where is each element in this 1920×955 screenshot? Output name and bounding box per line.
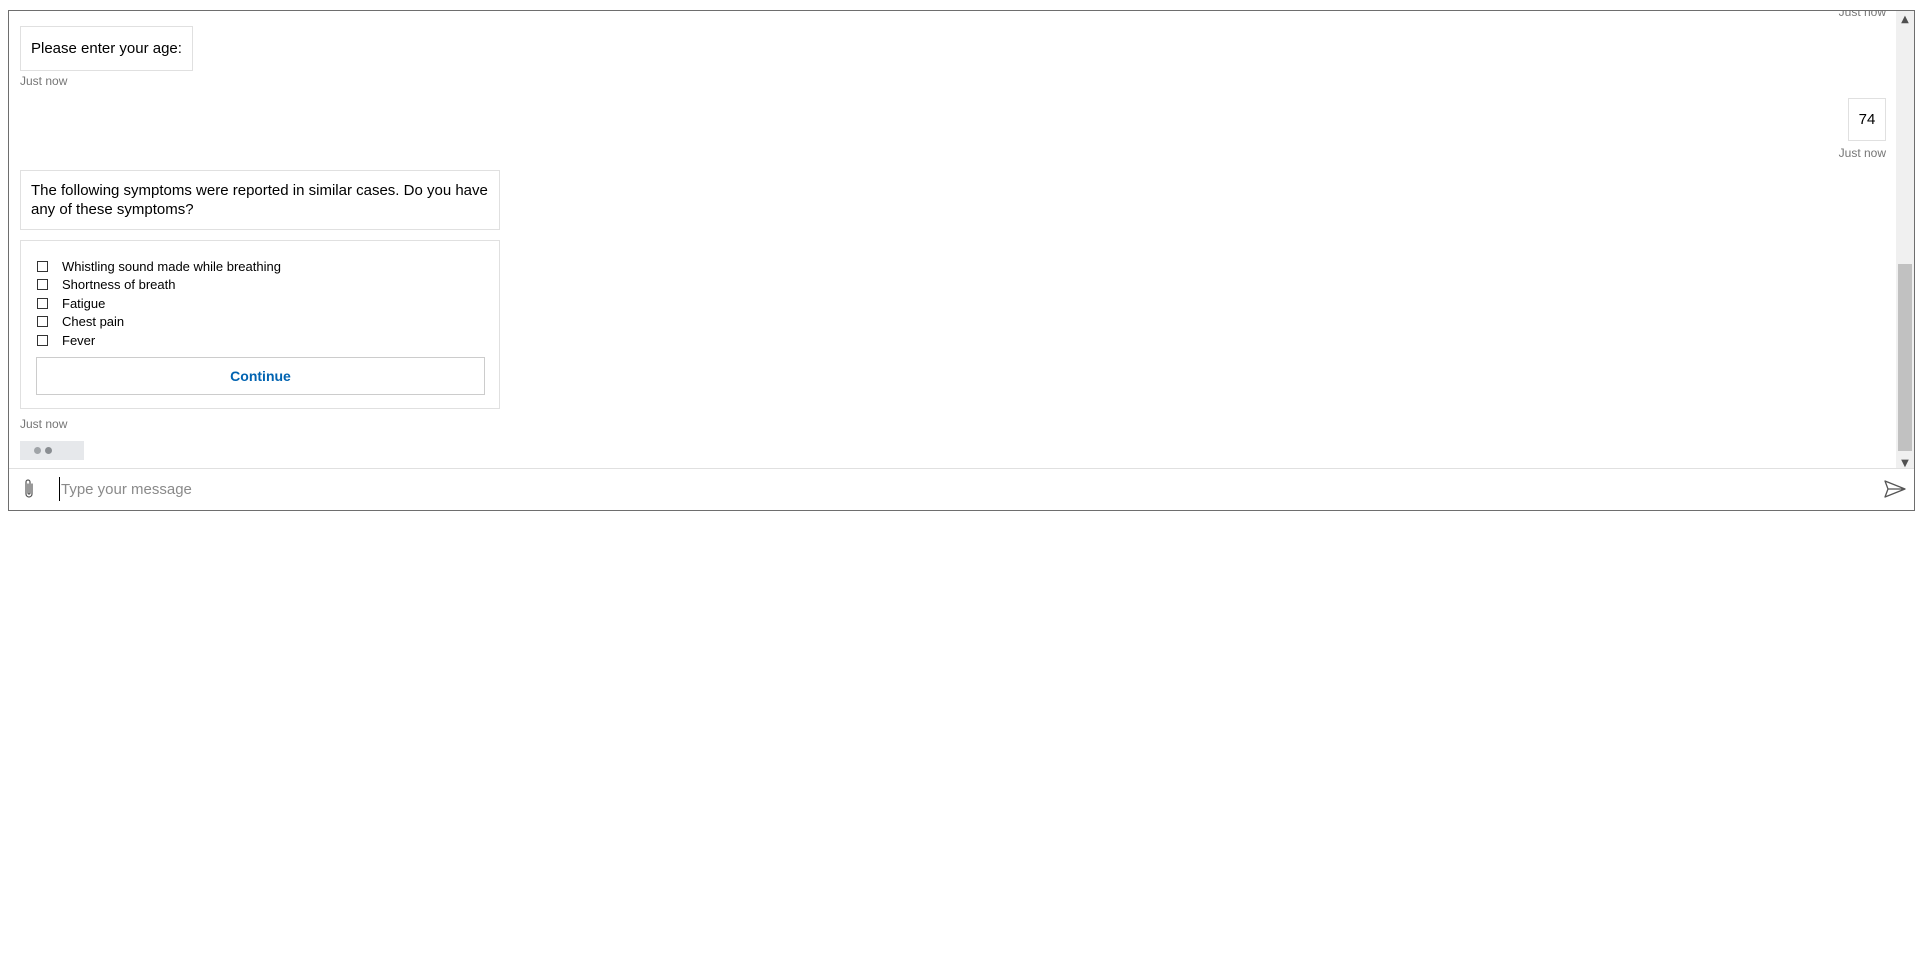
chat-window: Just now Please enter your age: Just now… (8, 10, 1915, 511)
symptom-options: Whistling sound made while breathing Sho… (37, 257, 281, 350)
symptom-card: Whistling sound made while breathing Sho… (20, 240, 500, 409)
message-timestamp: Just now (1838, 146, 1886, 160)
transcript: Just now Please enter your age: Just now… (9, 11, 1896, 471)
symptom-option[interactable]: Chest pain (37, 313, 281, 332)
symptom-option[interactable]: Fatigue (37, 294, 281, 313)
typing-dot-icon (45, 447, 52, 454)
checkbox[interactable] (37, 334, 48, 346)
checkbox[interactable] (37, 260, 48, 272)
clipped-timestamp: Just now (1838, 11, 1886, 19)
symptom-option-label: Fever (62, 332, 96, 348)
bot-message-symptoms-question: The following symptoms were reported in … (20, 170, 500, 230)
bot-message-age-prompt: Please enter your age: (20, 26, 193, 71)
paperclip-icon[interactable] (21, 478, 37, 500)
scrollbar-thumb[interactable] (1898, 264, 1912, 451)
message-input[interactable] (59, 477, 1861, 501)
send-icon[interactable] (1884, 479, 1906, 499)
scroll-up-arrow-icon[interactable]: ▲ (1896, 11, 1914, 27)
symptom-option-label: Shortness of breath (62, 277, 176, 293)
symptom-option[interactable]: Fever (37, 331, 281, 350)
symptom-option[interactable]: Whistling sound made while breathing (37, 257, 281, 276)
checkbox[interactable] (37, 279, 48, 291)
vertical-scrollbar[interactable]: ▲ ▼ (1896, 11, 1914, 471)
symptom-option-label: Chest pain (62, 314, 125, 330)
message-timestamp: Just now (20, 417, 68, 431)
user-message-age: 74 (1848, 98, 1886, 141)
continue-button[interactable]: Continue (36, 357, 485, 395)
checkbox[interactable] (37, 297, 48, 309)
typing-indicator (20, 441, 84, 460)
message-input-bar (9, 468, 1914, 510)
symptom-option[interactable]: Shortness of breath (37, 276, 281, 295)
checkbox[interactable] (37, 316, 48, 328)
typing-dot-icon (34, 447, 41, 454)
message-timestamp: Just now (20, 74, 68, 88)
symptom-option-label: Fatigue (62, 295, 106, 311)
symptom-option-label: Whistling sound made while breathing (62, 258, 281, 274)
user-message-text: 74 (1858, 111, 1876, 128)
